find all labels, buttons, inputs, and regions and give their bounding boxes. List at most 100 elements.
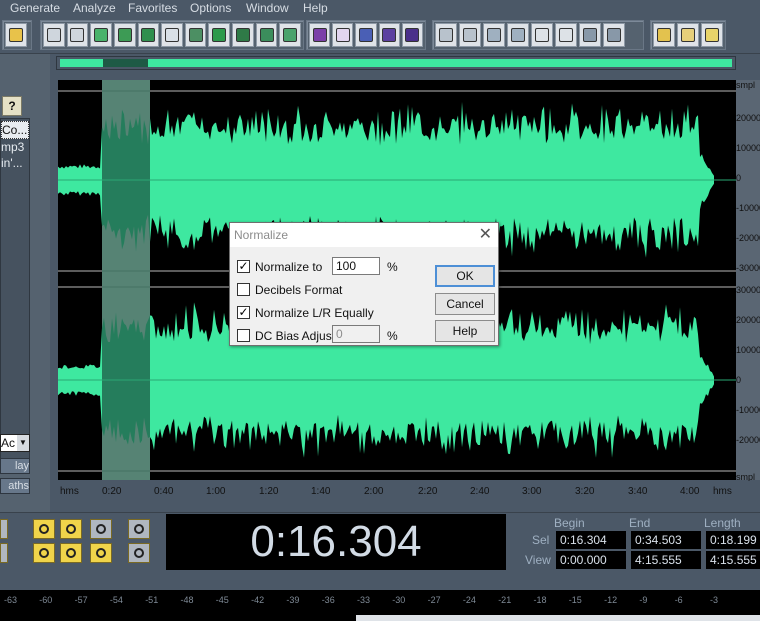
spectral-view-icon[interactable] — [332, 23, 354, 47]
normalize-to-checkbox[interactable]: ✓ — [237, 260, 250, 273]
help-icon[interactable] — [701, 23, 723, 47]
undo-icon[interactable] — [43, 23, 65, 47]
begin-header: Begin — [554, 516, 585, 530]
time-ruler: hms 0:20 0:40 1:00 1:20 1:40 2:00 2:20 2… — [58, 481, 760, 501]
close-icon[interactable]: ✕ — [479, 225, 492, 245]
lr-equal-checkbox[interactable]: ✓ — [237, 306, 250, 319]
overview-selection[interactable] — [103, 59, 148, 67]
level-tick: -30 — [392, 595, 406, 605]
toolbar — [0, 16, 760, 54]
level-tick: -3 — [710, 595, 719, 605]
panel-play-button[interactable]: lay — [0, 458, 30, 474]
menu-analyze[interactable]: Analyze — [73, 1, 116, 15]
sel-end-field[interactable]: 0:34.503 — [631, 531, 701, 549]
zoom-out-icon[interactable] — [60, 519, 82, 539]
ruler-label: -30000 — [736, 263, 760, 273]
envelope-icon[interactable] — [232, 23, 254, 47]
status-bar — [356, 615, 760, 621]
zoom-out-vertical-icon[interactable] — [128, 543, 150, 563]
cd-icon[interactable] — [555, 23, 577, 47]
ruler-label: 30000 — [736, 285, 760, 295]
mix-icon[interactable] — [208, 23, 231, 47]
panel-combo-value: Ac — [1, 436, 16, 450]
decibels-checkbox[interactable] — [237, 283, 250, 296]
zoom-left-icon[interactable] — [60, 543, 82, 563]
pan-icon[interactable] — [279, 23, 302, 47]
spectrum-icon[interactable] — [255, 23, 278, 47]
level-tick: -24 — [462, 595, 476, 605]
file-item[interactable]: mp3 — [1, 139, 29, 155]
zoom-right-icon[interactable] — [90, 543, 112, 563]
dc-bias-checkbox[interactable] — [237, 329, 250, 342]
overview-bar[interactable] — [56, 56, 736, 70]
ruler-label: -10000 — [736, 203, 760, 213]
grid-icon[interactable] — [355, 23, 377, 47]
level-tick: -51 — [145, 595, 159, 605]
scissors-icon[interactable] — [161, 23, 183, 47]
redo-icon[interactable] — [66, 23, 89, 47]
help-button[interactable]: Help — [435, 320, 495, 342]
level-tick: -18 — [533, 595, 547, 605]
toolbar-group-windows — [432, 20, 644, 50]
percent-label: % — [387, 329, 398, 343]
zoom-in-vertical-icon[interactable] — [128, 519, 150, 539]
transport-left-button[interactable] — [0, 519, 8, 539]
zoom-in-icon[interactable] — [33, 519, 55, 539]
file-item[interactable]: in'... — [1, 155, 29, 171]
normalize-value-field[interactable]: 100 — [332, 257, 380, 275]
insert-icon[interactable] — [184, 23, 207, 47]
level-tick: -45 — [215, 595, 229, 605]
menu-favorites[interactable]: Favorites — [128, 1, 177, 15]
chevron-down-icon[interactable]: ▼ — [17, 435, 29, 451]
ruler-label: 20000 — [736, 315, 760, 325]
waveform-view-icon[interactable] — [309, 23, 331, 47]
time-label: 2:00 — [364, 486, 384, 497]
view-length-field[interactable]: 4:15.555 — [706, 551, 760, 569]
level-tick: -36 — [321, 595, 335, 605]
play-icon[interactable] — [483, 23, 505, 47]
sel-begin-field[interactable]: 0:16.304 — [556, 531, 626, 549]
zoom-selection-icon[interactable] — [33, 543, 55, 563]
percent-label: % — [387, 260, 398, 274]
ok-button[interactable]: OK — [435, 265, 495, 287]
cut-tool-icon[interactable] — [90, 23, 112, 47]
dc-bias-field[interactable]: 0 — [332, 325, 380, 343]
file-item[interactable]: Co... — [1, 121, 29, 139]
panel-paths-button[interactable]: aths — [0, 478, 30, 494]
settings-icon[interactable] — [653, 23, 675, 47]
file-list[interactable]: Co... mp3 in'... — [0, 118, 30, 463]
copy-icon[interactable] — [137, 23, 160, 47]
zoom-icon[interactable] — [507, 23, 529, 47]
session-icon[interactable] — [459, 23, 481, 47]
new-file-icon[interactable] — [5, 23, 27, 47]
track-icon[interactable] — [401, 23, 424, 47]
menu-generate[interactable]: Generate — [10, 1, 60, 15]
select-icon[interactable] — [113, 23, 136, 47]
level-tick: -57 — [74, 595, 88, 605]
menu-options[interactable]: Options — [190, 1, 231, 15]
ruler-label: -10000 — [736, 405, 760, 415]
grid2-icon[interactable] — [378, 23, 400, 47]
zoom-full-icon[interactable] — [90, 519, 112, 539]
amplitude-ruler: smpl 20000 10000 0 -10000 -20000 -30000 … — [736, 80, 760, 482]
view-begin-field[interactable]: 0:00.000 — [556, 551, 626, 569]
time-display: 0:16.304 — [166, 514, 506, 570]
cancel-button[interactable]: Cancel — [435, 293, 495, 315]
menu-window[interactable]: Window — [246, 1, 289, 15]
list-icon[interactable] — [603, 23, 625, 47]
overview-range — [60, 59, 732, 67]
transport-left-button[interactable] — [0, 543, 8, 563]
sel-row-label: Sel — [532, 533, 550, 547]
view-end-field[interactable]: 4:15.555 — [631, 551, 701, 569]
level-tick: -21 — [498, 595, 512, 605]
panel-combo[interactable]: Ac ▼ — [0, 434, 30, 452]
track2-icon[interactable] — [435, 23, 457, 47]
bars-icon[interactable] — [579, 23, 601, 47]
sel-length-field[interactable]: 0:18.199 — [706, 531, 760, 549]
time-label: 1:40 — [311, 486, 331, 497]
menu-help[interactable]: Help — [303, 1, 328, 15]
time-015-icon[interactable] — [531, 23, 553, 47]
dialog-title: Normalize — [230, 223, 498, 247]
script-icon[interactable] — [677, 23, 699, 47]
panel-help-button[interactable]: ? — [2, 96, 22, 116]
